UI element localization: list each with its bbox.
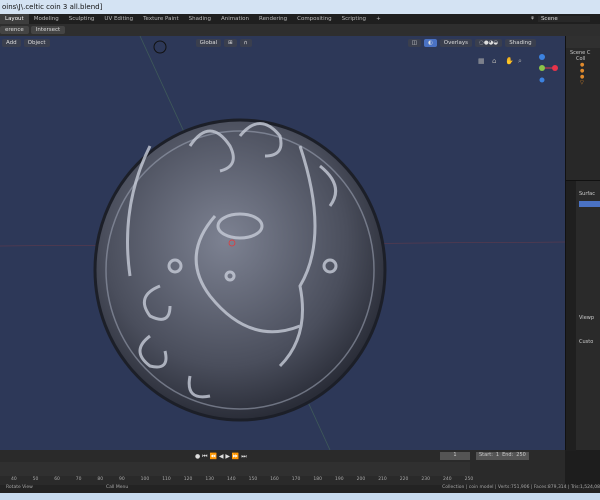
- camera-icon: ⌂: [492, 57, 496, 65]
- 3d-viewport[interactable]: ▦ ⌂ ✋ ⌕ Add Object Global ⊞ ∩ ◫ ◐ Overlays …: [0, 36, 565, 450]
- timeline-tick: 80: [97, 477, 104, 482]
- timeline-tick: 110: [162, 477, 171, 482]
- start-label: Start:: [479, 452, 493, 458]
- end-field[interactable]: 250: [516, 452, 526, 460]
- timeline-tick: 180: [313, 477, 322, 482]
- status-rotate-view: Rotate View: [6, 485, 33, 490]
- playback-controls[interactable]: ● ⏮ ⏪ ◀ ▶ ⏩ ⏭: [195, 453, 247, 461]
- snap-toggle[interactable]: ⊞: [224, 39, 237, 47]
- tab-uv-editing[interactable]: UV Editing: [99, 14, 138, 24]
- start-field[interactable]: 1: [496, 452, 499, 460]
- object-menu[interactable]: Object: [23, 39, 50, 47]
- scene-icon: ⚘: [530, 16, 535, 22]
- proportional-edit-toggle[interactable]: ∩: [239, 39, 252, 47]
- tab-rendering[interactable]: Rendering: [254, 14, 292, 24]
- timeline-tick: 140: [227, 477, 236, 482]
- viewport-header: Add Object Global ⊞ ∩ ◫ ◐ Overlays ◌●◕◒ …: [0, 36, 565, 50]
- tool-options-row: erence Intersect: [0, 24, 600, 36]
- end-label: End:: [502, 452, 514, 458]
- grid-icon: ▦: [478, 57, 485, 65]
- add-workspace-button[interactable]: +: [371, 14, 386, 24]
- timeline-tick: 240: [443, 477, 452, 482]
- timeline-tick: 120: [183, 477, 193, 482]
- tab-shading[interactable]: Shading: [184, 14, 216, 24]
- navigation-gizmo: [539, 54, 558, 83]
- gizmo-x-icon: [552, 65, 558, 71]
- timeline-tick: 40: [11, 477, 17, 482]
- tab-animation[interactable]: Animation: [216, 14, 254, 24]
- timeline-tick: 230: [421, 477, 430, 482]
- outliner[interactable]: Scene C Coll ● ● ● ▽: [566, 48, 600, 88]
- properties-tabs[interactable]: [566, 181, 576, 451]
- gizmo-z-icon: [539, 54, 545, 60]
- overlays-toggle[interactable]: ◐: [423, 39, 437, 47]
- tab-scripting[interactable]: Scripting: [337, 14, 371, 24]
- scene-name[interactable]: Scene: [537, 16, 590, 22]
- timeline[interactable]: ● ⏮ ⏪ ◀ ▶ ⏩ ⏭ 1 Start: 1 End: 250 40 50 60 70…: [0, 450, 565, 485]
- timeline-tick: 160: [270, 477, 279, 482]
- timeline-tick: 150: [248, 477, 258, 482]
- timeline-tick: 90: [119, 477, 125, 482]
- right-panels: Scene C Coll ● ● ● ▽ Surfac Viewp Custo: [565, 36, 600, 451]
- orientation-dropdown[interactable]: Global: [195, 39, 222, 47]
- status-bar: Rotate View Call Menu Collection | coin …: [0, 485, 600, 493]
- status-call-menu: Call Menu: [106, 485, 129, 490]
- visibility-dropdown[interactable]: ◫: [407, 39, 421, 47]
- timeline-track[interactable]: [0, 462, 470, 476]
- os-taskbar: [0, 493, 600, 500]
- viewport-canvas[interactable]: ▦ ⌂ ✋ ⌕: [0, 36, 565, 450]
- scene-statistics: Collection | coin model | Verts:751,906 …: [442, 485, 600, 490]
- timeline-tick: 250: [464, 477, 474, 482]
- timeline-tick: 220: [399, 477, 409, 482]
- timeline-tick: 130: [205, 477, 214, 482]
- tab-texture-paint[interactable]: Texture Paint: [138, 14, 184, 24]
- timeline-tick: 70: [75, 477, 82, 482]
- gizmo-y-icon: [539, 65, 545, 71]
- window-title: oins\J\.celtic coin 3 all.blend]: [0, 0, 600, 14]
- timeline-tick: 210: [378, 477, 387, 482]
- current-frame-field[interactable]: 1: [440, 452, 470, 460]
- timeline-tick: 200: [356, 477, 366, 482]
- workspace-tabs: Layout Modeling Sculpting UV Editing Tex…: [0, 14, 600, 24]
- overlays-dropdown[interactable]: Overlays: [439, 39, 473, 47]
- view-tools: ▦ ⌂ ✋ ⌕: [478, 56, 522, 65]
- intersect-button[interactable]: Intersect: [30, 26, 66, 34]
- frame-range[interactable]: Start: 1 End: 250: [476, 452, 529, 460]
- timeline-tick: 170: [291, 477, 301, 482]
- timeline-tick: 190: [335, 477, 344, 482]
- scene-selector[interactable]: ⚘ Scene: [530, 14, 600, 24]
- tab-layout[interactable]: Layout: [0, 14, 29, 24]
- tab-modeling[interactable]: Modeling: [29, 14, 64, 24]
- shading-modes[interactable]: ◌●◕◒: [475, 39, 503, 47]
- tab-sculpting[interactable]: Sculpting: [64, 14, 100, 24]
- celtic-coin-model: [93, 118, 387, 422]
- mesh-icon[interactable]: ▽: [570, 80, 596, 86]
- zoom-icon: ⌕: [518, 57, 522, 65]
- properties-editor: Surfac Viewp Custo: [566, 180, 600, 451]
- add-menu[interactable]: Add: [2, 39, 21, 47]
- outliner-header: [566, 36, 600, 48]
- hand-icon: ✋: [505, 56, 514, 65]
- shading-dropdown[interactable]: Shading: [505, 39, 536, 47]
- difference-button[interactable]: erence: [0, 26, 29, 34]
- timeline-tick: 60: [54, 477, 60, 482]
- tab-compositing[interactable]: Compositing: [292, 14, 336, 24]
- timeline-tick: 50: [32, 477, 39, 482]
- timeline-tick: 100: [140, 477, 150, 482]
